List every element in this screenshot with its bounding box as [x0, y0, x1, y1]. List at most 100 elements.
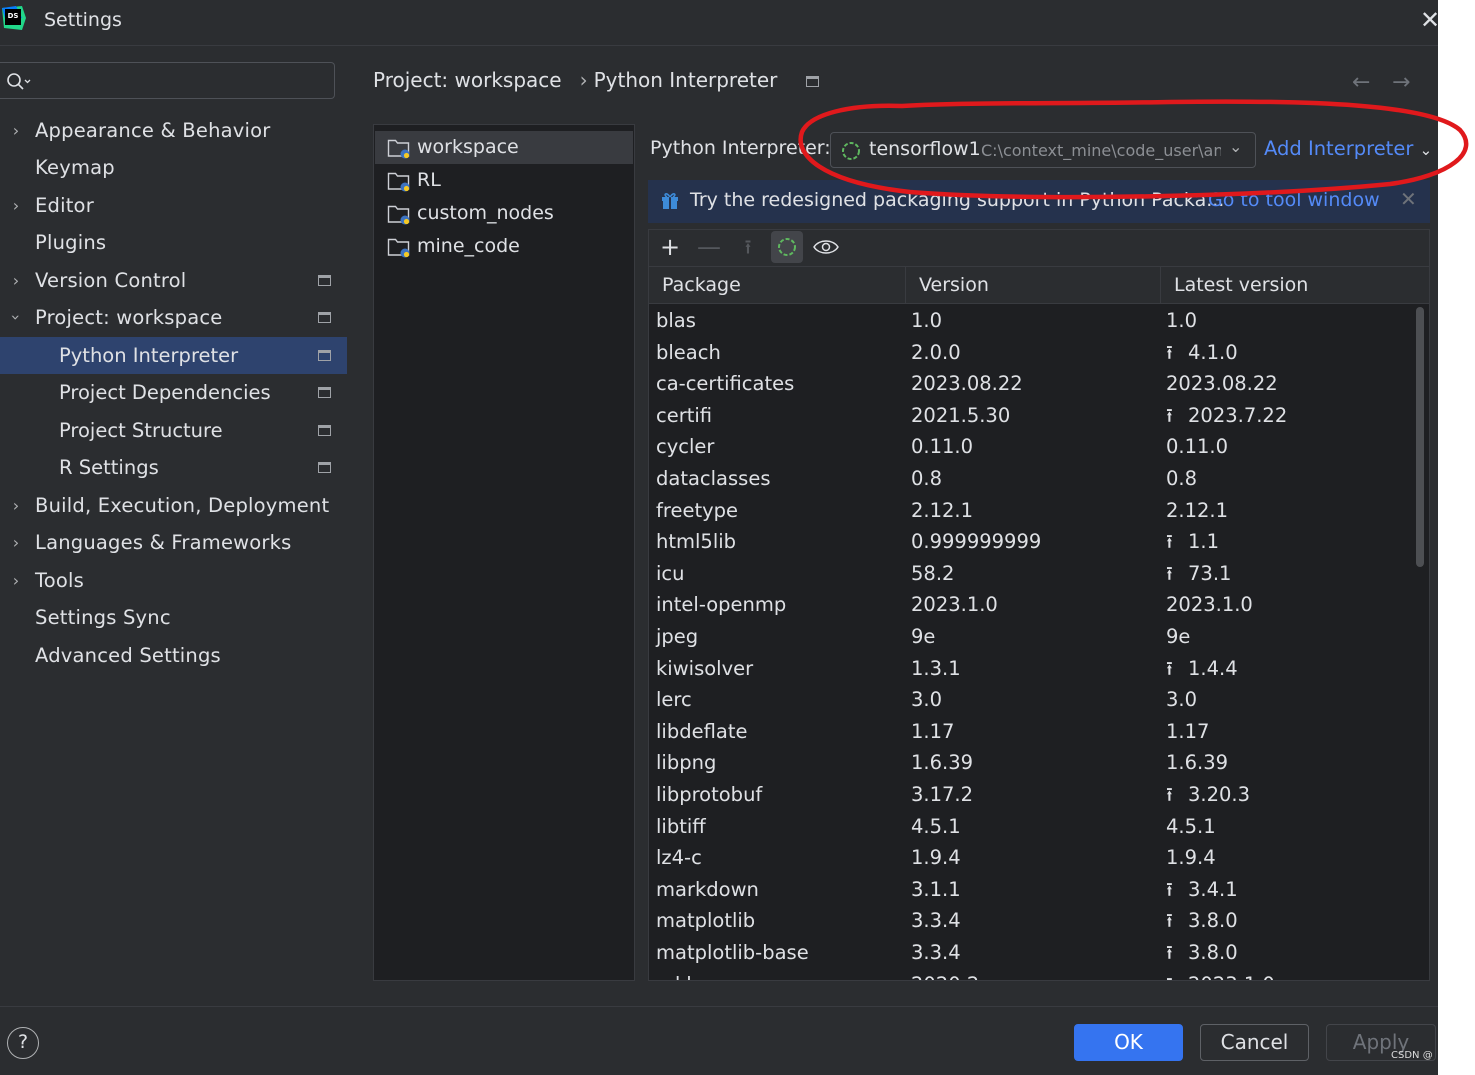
sidebar-item-version-control[interactable]: › Version Control — [0, 262, 347, 299]
settings-dialog: DS Settings ✕ › Appearance & Behavior Ke… — [0, 0, 1440, 1075]
sidebar-item-editor[interactable]: › Editor — [0, 187, 347, 224]
table-row[interactable]: libtiff 4.5.1 4.5.1 — [649, 811, 1419, 843]
upgrade-package-button[interactable]: ⭱ — [732, 231, 764, 263]
back-arrow-icon[interactable]: ← — [1352, 70, 1370, 95]
latest-version-text: 3.8.0 — [1188, 909, 1238, 933]
project-scope-icon — [806, 76, 819, 87]
column-header-latest-version[interactable]: Latest version — [1161, 267, 1429, 304]
sidebar-item-label: R Settings — [59, 456, 159, 479]
sidebar-item-project-workspace[interactable]: › Project: workspace — [0, 299, 347, 336]
sidebar-item-python-interpreter[interactable]: Python Interpreter — [0, 337, 347, 374]
table-row[interactable]: lerc 3.0 3.0 — [649, 684, 1419, 716]
sidebar-item-languages-frameworks[interactable]: › Languages & Frameworks — [0, 524, 347, 561]
table-row[interactable]: intel-openmp 2023.1.0 2023.1.0 — [649, 589, 1419, 621]
latest-version-text: 3.20.3 — [1188, 783, 1251, 806]
table-row[interactable]: markdown 3.1.1 ⭱ 3.4.1 — [649, 874, 1419, 906]
chevron-down-icon: ⌄ — [1229, 137, 1243, 156]
project-item-rl[interactable]: RL — [375, 164, 633, 197]
breadcrumb-parent[interactable]: Project: workspace — [373, 68, 562, 92]
go-to-tool-window-link[interactable]: Go to tool window — [1208, 189, 1380, 211]
add-package-button[interactable]: + — [654, 231, 686, 263]
latest-version: ⭱ 3.8.0 — [1166, 905, 1238, 937]
table-row[interactable]: certifi 2021.5.30 ⭱ 2023.7.22 — [649, 400, 1419, 432]
column-header-version[interactable]: Version — [906, 267, 1161, 304]
package-name: intel-openmp — [656, 593, 787, 617]
packaging-banner: Try the redesigned packaging support in … — [648, 180, 1430, 223]
table-row[interactable]: jpeg 9e 9e — [649, 621, 1419, 653]
settings-search[interactable] — [0, 62, 335, 99]
sidebar-item-label: Keymap — [35, 156, 115, 179]
loading-spinner-icon — [842, 142, 860, 160]
add-interpreter-link[interactable]: Add Interpreter ⌄ — [1264, 137, 1432, 160]
latest-version: ⭱ 2023.7.22 — [1166, 400, 1287, 432]
sidebar-item-project-dependencies[interactable]: Project Dependencies — [0, 374, 347, 411]
table-row[interactable]: matplotlib 3.3.4 ⭱ 3.8.0 — [649, 905, 1419, 937]
latest-version-text: 1.1 — [1188, 530, 1220, 554]
latest-version: 0.8 — [1166, 463, 1197, 495]
project-item-custom-nodes[interactable]: custom_nodes — [375, 197, 633, 230]
cancel-button[interactable]: Cancel — [1200, 1024, 1309, 1061]
close-icon: ✕ — [1419, 6, 1441, 34]
ok-button[interactable]: OK — [1074, 1024, 1183, 1061]
refresh-button[interactable] — [771, 231, 803, 263]
table-row[interactable]: lz4-c 1.9.4 1.9.4 — [649, 842, 1419, 874]
show-early-releases-button[interactable] — [810, 231, 842, 263]
package-name: html5lib — [656, 530, 737, 554]
sidebar-item-keymap[interactable]: Keymap — [0, 149, 347, 186]
table-row[interactable]: ca-certificates 2023.08.22 2023.08.22 — [649, 368, 1419, 400]
package-version: 2023.08.22 — [911, 372, 1023, 396]
latest-version: 1.17 — [1166, 716, 1209, 748]
sidebar-item-label: Plugins — [35, 231, 107, 254]
sidebar-item-project-structure[interactable]: Project Structure — [0, 412, 347, 449]
table-row[interactable]: libprotobuf 3.17.2 ⭱ 3.20.3 — [649, 779, 1419, 811]
breadcrumb-separator: › — [579, 68, 588, 92]
table-row[interactable]: dataclasses 0.8 0.8 — [649, 463, 1419, 495]
project-item-workspace[interactable]: workspace — [375, 131, 633, 164]
sidebar-item-tools[interactable]: › Tools — [0, 562, 347, 599]
table-row[interactable]: cycler 0.11.0 0.11.0 — [649, 431, 1419, 463]
package-version: 0.999999999 — [911, 530, 1042, 554]
table-row[interactable]: matplotlib-base 3.3.4 ⭱ 3.8.0 — [649, 937, 1419, 969]
column-header-package[interactable]: Package — [649, 267, 906, 304]
sidebar-item-settings-sync[interactable]: Settings Sync — [0, 599, 347, 636]
package-name: freetype — [656, 498, 739, 522]
latest-version-text: 4.1.0 — [1188, 340, 1238, 364]
upgrade-available-icon: ⭱ — [1166, 530, 1173, 554]
sidebar-item-label: Editor — [35, 194, 94, 217]
vertical-scrollbar[interactable] — [1416, 307, 1424, 567]
latest-version-text: 1.6.39 — [1166, 751, 1229, 775]
sidebar-item-build-execution-deployment[interactable]: › Build, Execution, Deployment — [0, 487, 347, 524]
close-icon[interactable]: ✕ — [1400, 187, 1417, 211]
title-bar: DS Settings ✕ — [0, 0, 1440, 46]
help-button[interactable]: ? — [7, 1027, 39, 1059]
upgrade-available-icon: ⭱ — [1166, 877, 1173, 901]
upgrade-arrow-icon: ⭱ — [744, 235, 752, 259]
table-row[interactable]: libdeflate 1.17 1.17 — [649, 716, 1419, 748]
table-row[interactable]: html5lib 0.999999999 ⭱ 1.1 — [649, 526, 1419, 558]
close-button[interactable]: ✕ — [1418, 6, 1442, 34]
latest-version-text: 0.8 — [1166, 467, 1198, 490]
sidebar-item-plugins[interactable]: Plugins — [0, 224, 347, 261]
table-row[interactable]: kiwisolver 1.3.1 ⭱ 1.4.4 — [649, 653, 1419, 685]
table-row[interactable]: libpng 1.6.39 1.6.39 — [649, 747, 1419, 779]
latest-version: 2023.1.0 — [1166, 589, 1253, 621]
project-scope-icon — [318, 350, 331, 361]
sidebar-item-r-settings[interactable]: R Settings — [0, 449, 347, 486]
sidebar-item-advanced-settings[interactable]: Advanced Settings — [0, 637, 347, 674]
remove-package-button[interactable]: — — [693, 231, 725, 263]
loading-spinner-icon — [778, 238, 796, 256]
table-row[interactable]: freetype 2.12.1 2.12.1 — [649, 495, 1419, 527]
latest-version: 4.5.1 — [1166, 811, 1216, 843]
latest-version: 1.9.4 — [1166, 842, 1216, 874]
sidebar-item-appearance-behavior[interactable]: › Appearance & Behavior — [0, 112, 347, 149]
search-input[interactable] — [40, 67, 325, 95]
table-row[interactable]: blas 1.0 1.0 — [649, 305, 1419, 337]
project-item-mine-code[interactable]: mine_code — [375, 230, 633, 263]
table-row[interactable]: mkl 2020.2 ⭱2023.1.0 — [649, 969, 1419, 980]
table-row[interactable]: icu 58.2 ⭱ 73.1 — [649, 558, 1419, 590]
table-row[interactable]: bleach 2.0.0 ⭱ 4.1.0 — [649, 337, 1419, 369]
latest-version: ⭱ 3.20.3 — [1166, 779, 1250, 811]
interpreter-dropdown[interactable]: tensorflow1 C:\context_mine\code_user\an… — [830, 132, 1256, 168]
python-folder-icon — [387, 238, 410, 258]
forward-arrow-icon[interactable]: → — [1392, 70, 1410, 95]
